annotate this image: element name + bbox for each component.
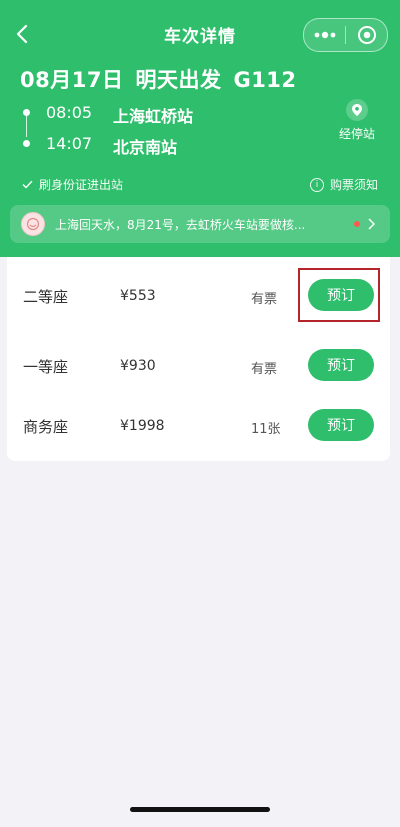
seat-name: 二等座 [23, 288, 69, 306]
seat-name: 商务座 [23, 418, 69, 436]
via-stations-label: 经停站 [338, 127, 375, 141]
seat-price: ¥553 [120, 288, 156, 304]
book-button[interactable]: 预订 [308, 349, 374, 381]
trip-date: 08月17日 [20, 68, 124, 92]
home-indicator [130, 807, 270, 812]
trip-title: 08月17日 明天出发 G112 [20, 64, 309, 94]
checkmark-icon [22, 180, 33, 189]
seat-row-business-class: 商务座 ¥1998 11张 预订 [7, 387, 390, 447]
more-dots-icon[interactable] [304, 19, 345, 51]
chevron-right-icon [368, 218, 380, 230]
seat-price: ¥930 [120, 358, 156, 374]
arrive-station: 北京南站 [113, 138, 178, 157]
seat-row-first-class: 一等座 ¥930 有票 预订 [7, 327, 390, 387]
purchase-notice-link[interactable]: i 购票须知 [309, 176, 378, 193]
via-stations-button[interactable]: 经停站 [333, 99, 381, 142]
depart-time: 08:05 [46, 103, 93, 122]
arrive-dot [23, 140, 30, 147]
seat-name: 一等座 [23, 358, 69, 376]
arrive-time: 14:07 [46, 134, 93, 153]
header: 车次详情 08月17日 明天出发 G112 08:05 上海虹桥站 14:07 北京… [0, 0, 400, 257]
route-info: 08:05 上海虹桥站 14:07 北京南站 [20, 98, 320, 158]
highlight-annotation [298, 268, 380, 322]
info-icon: i [309, 177, 324, 192]
seat-availability: 有票 [251, 362, 278, 377]
purchase-notice-label: 购票须知 [329, 178, 378, 192]
depart-label: 明天出发 [135, 68, 222, 92]
unread-dot [354, 221, 360, 227]
avatar-icon [21, 212, 45, 236]
notice-text: 上海回天水，8月21号，去虹桥火车站要做核... [55, 217, 306, 232]
id-check-label: 刷身份证进出站 [39, 178, 124, 192]
location-pin-icon [346, 99, 368, 121]
notice-banner[interactable]: 上海回天水，8月21号，去虹桥火车站要做核... [10, 205, 390, 243]
seat-price: ¥1998 [120, 418, 165, 434]
mini-program-capsule [303, 18, 388, 52]
seat-availability: 有票 [251, 292, 278, 307]
id-check-note: 刷身份证进出站 [22, 176, 123, 193]
route-line [26, 111, 27, 137]
depart-station: 上海虹桥站 [113, 107, 194, 126]
mini-program-close-icon[interactable] [346, 19, 387, 51]
train-number: G112 [233, 68, 297, 92]
book-button[interactable]: 预订 [308, 409, 374, 441]
seat-availability: 11张 [251, 422, 281, 437]
notes-row: 刷身份证进出站 i 购票须知 [22, 176, 378, 194]
